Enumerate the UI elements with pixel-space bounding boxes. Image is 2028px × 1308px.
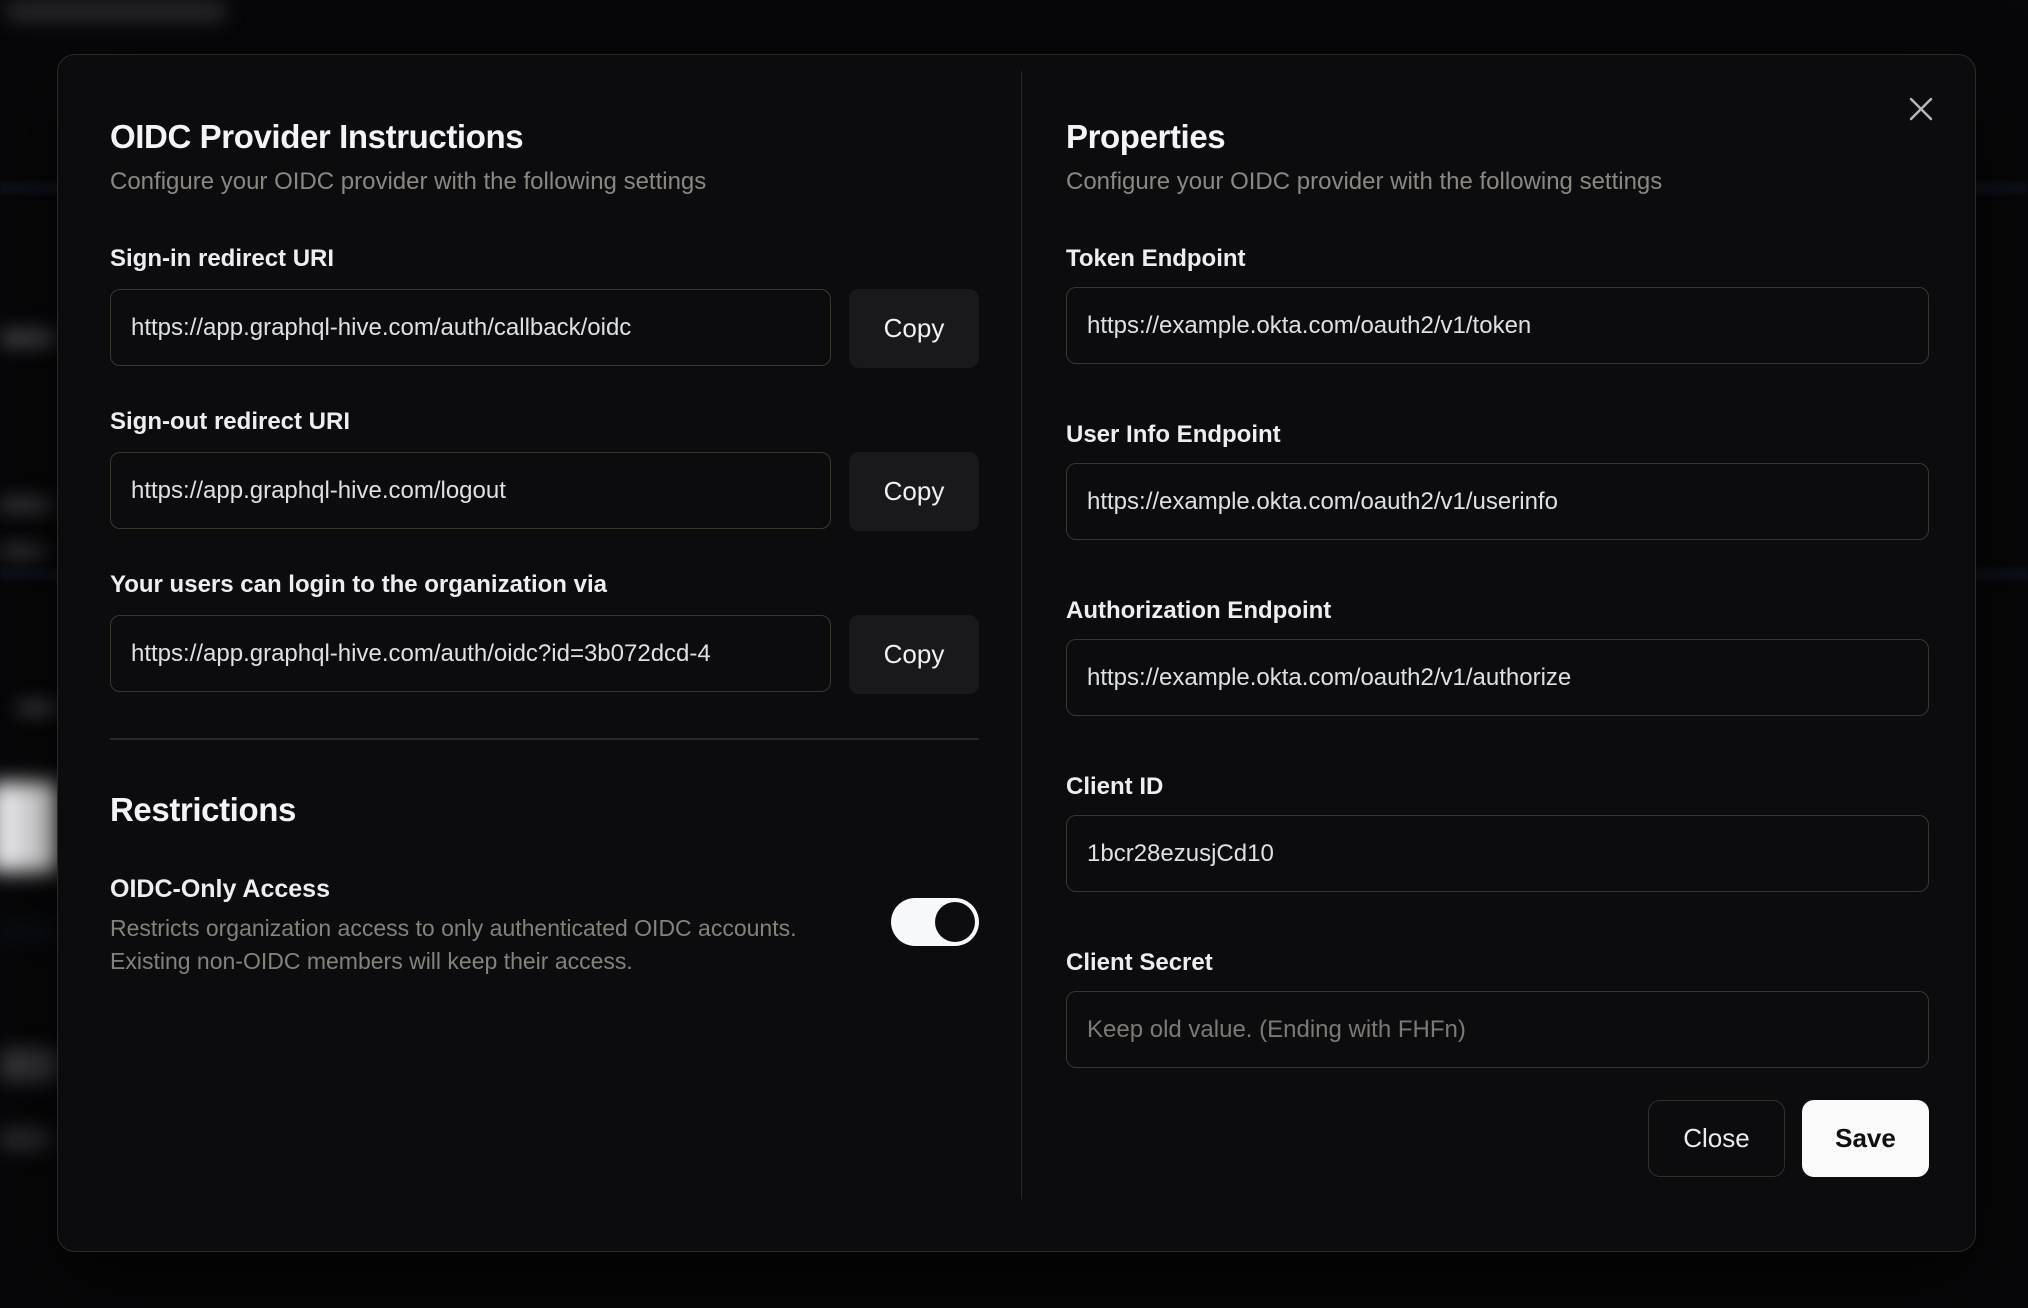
oidc-only-access-text: OIDC-Only Access Restricts organization … [110,872,891,978]
app-screen: OIDC Provider Instructions Configure you… [0,0,2028,1308]
background-artifact [0,330,56,346]
section-divider [110,738,979,740]
token-endpoint-label: Token Endpoint [1066,245,1246,272]
copy-signout-uri-button[interactable]: Copy [849,452,979,531]
organization-login-uri-input[interactable] [110,615,831,692]
dialog-actions: Close Save [1066,1100,1929,1177]
instructions-title: OIDC Provider Instructions [110,118,524,155]
field-group: User Info Endpoint [1066,419,1929,540]
field-group: Token Endpoint [1066,243,1929,364]
background-artifact [6,0,226,22]
authorization-endpoint-label: Authorization Endpoint [1066,597,1332,624]
toggle-knob [935,902,975,942]
background-artifact [0,782,58,872]
background-artifact [18,702,56,714]
client-secret-label: Client Secret [1066,949,1213,976]
background-artifact [0,1128,50,1150]
field-group: Authorization Endpoint [1066,595,1929,716]
signin-redirect-uri-input[interactable] [110,289,831,366]
properties-title: Properties [1066,118,1226,155]
client-secret-input[interactable] [1066,991,1929,1068]
save-button[interactable]: Save [1802,1100,1929,1177]
close-icon[interactable] [1901,89,1941,129]
background-artifact [0,1048,58,1082]
organization-login-uri-label: Your users can login to the organization… [110,571,607,598]
field-group: Sign-in redirect URI Copy [110,243,979,368]
signout-redirect-uri-input[interactable] [110,452,831,529]
restrictions-title: Restrictions [110,791,296,828]
background-artifact [0,498,52,512]
client-id-input[interactable] [1066,815,1929,892]
user-info-endpoint-input[interactable] [1066,463,1929,540]
background-artifact [0,545,46,558]
properties-subtitle: Configure your OIDC provider with the fo… [1066,168,1663,195]
oidc-settings-dialog: OIDC Provider Instructions Configure you… [57,54,1976,1252]
close-button[interactable]: Close [1648,1100,1785,1177]
properties-panel: Properties Configure your OIDC provider … [1022,55,1975,1251]
instructions-panel: OIDC Provider Instructions Configure you… [58,55,1021,1251]
client-id-label: Client ID [1066,773,1164,800]
user-info-endpoint-label: User Info Endpoint [1066,421,1281,448]
description-line: Existing non-OIDC members will keep thei… [110,948,633,974]
field-group: Sign-out redirect URI Copy [110,406,979,531]
instructions-subtitle: Configure your OIDC provider with the fo… [110,168,707,195]
description-line: Restricts organization access to only au… [110,915,797,941]
signin-redirect-uri-label: Sign-in redirect URI [110,245,335,272]
copy-signin-uri-button[interactable]: Copy [849,289,979,368]
background-artifact [0,922,60,940]
oidc-only-access-toggle[interactable] [891,898,979,946]
oidc-only-access-row: OIDC-Only Access Restricts organization … [110,872,979,978]
field-group: Your users can login to the organization… [110,569,979,694]
authorization-endpoint-input[interactable] [1066,639,1929,716]
signout-redirect-uri-label: Sign-out redirect URI [110,408,351,435]
copy-login-uri-button[interactable]: Copy [849,615,979,694]
token-endpoint-input[interactable] [1066,287,1929,364]
field-group: Client Secret [1066,947,1929,1068]
field-group: Client ID [1066,771,1929,892]
oidc-only-access-label: OIDC-Only Access [110,875,330,903]
oidc-only-access-description: Restricts organization access to only au… [110,912,851,978]
